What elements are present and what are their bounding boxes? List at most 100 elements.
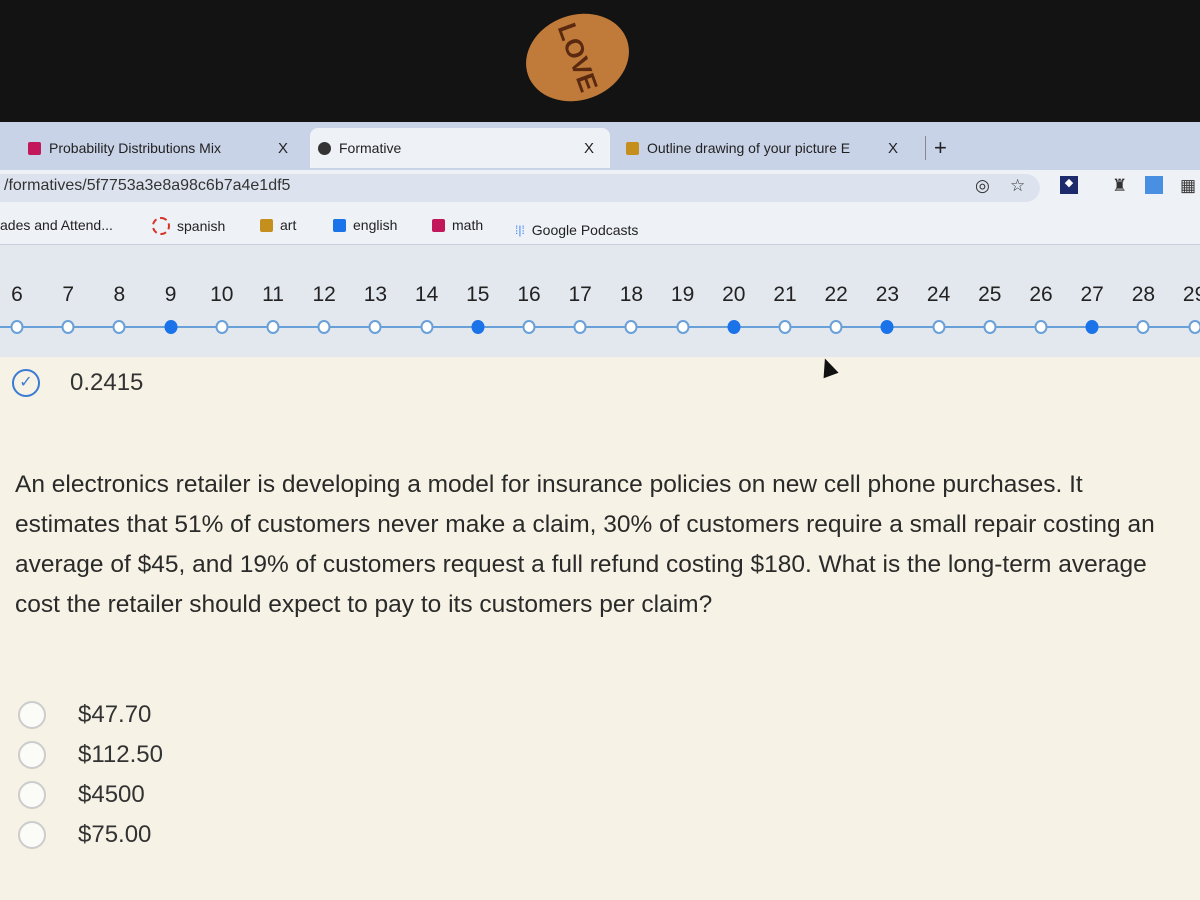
option-c[interactable]: $4500 bbox=[18, 775, 163, 815]
new-tab-button[interactable]: + bbox=[925, 135, 955, 160]
option-d[interactable]: $75.00 bbox=[18, 815, 163, 855]
extension-icon[interactable] bbox=[1145, 176, 1163, 194]
question-text: An electronics retailer is developing a … bbox=[15, 471, 1155, 618]
option-label: $47.70 bbox=[78, 701, 152, 728]
url-input[interactable]: /formatives/5f7753a3e8a98c6b7a4e1df5 bbox=[0, 174, 1040, 202]
formative-icon bbox=[318, 141, 331, 155]
radio-button[interactable] bbox=[18, 741, 46, 769]
question-number[interactable]: 27 bbox=[1081, 283, 1104, 307]
question-number[interactable]: 18 bbox=[620, 283, 643, 307]
question-number[interactable]: 15 bbox=[466, 283, 489, 307]
question-number[interactable]: 11 bbox=[262, 283, 284, 307]
question-dot[interactable] bbox=[983, 320, 997, 334]
bookmark-podcasts[interactable]: ⁞|⁞ Google Podcasts bbox=[515, 222, 638, 238]
radio-button[interactable] bbox=[18, 781, 46, 809]
extension-icon[interactable]: ◆ bbox=[1060, 176, 1078, 194]
question-dot[interactable] bbox=[778, 320, 792, 334]
question-number[interactable]: 10 bbox=[210, 283, 233, 307]
question-dot[interactable] bbox=[61, 320, 75, 334]
bookmark-grades[interactable]: ades and Attend... bbox=[0, 217, 113, 233]
question-dot[interactable] bbox=[368, 320, 382, 334]
question-dot[interactable] bbox=[112, 320, 126, 334]
question-number[interactable]: 22 bbox=[825, 283, 848, 307]
question-number[interactable]: 29 bbox=[1183, 283, 1200, 307]
question-dot[interactable] bbox=[522, 320, 536, 334]
question-dot[interactable] bbox=[573, 320, 587, 334]
address-bar-row: /formatives/5f7753a3e8a98c6b7a4e1df5 ◎ ☆… bbox=[0, 170, 1200, 205]
question-number[interactable]: 12 bbox=[313, 283, 336, 307]
previous-answer: ✓ 0.2415 bbox=[12, 369, 143, 397]
radio-button[interactable] bbox=[18, 821, 46, 849]
navigator-line bbox=[0, 326, 1200, 328]
option-label: $75.00 bbox=[78, 821, 152, 848]
question-dot[interactable] bbox=[215, 320, 229, 334]
bookmark-label: spanish bbox=[177, 218, 226, 234]
location-icon[interactable]: ◎ bbox=[975, 176, 990, 196]
question-number[interactable]: 8 bbox=[114, 283, 126, 307]
question-dot[interactable] bbox=[420, 320, 434, 334]
question-dot[interactable] bbox=[1034, 320, 1048, 334]
question-number[interactable]: 21 bbox=[773, 283, 796, 307]
radio-button[interactable] bbox=[18, 701, 46, 729]
tab-formative[interactable]: Formative X bbox=[310, 128, 610, 168]
question-number[interactable]: 14 bbox=[415, 283, 438, 307]
question-number[interactable]: 9 bbox=[165, 283, 177, 307]
question-number[interactable]: 20 bbox=[722, 283, 745, 307]
question-number[interactable]: 23 bbox=[876, 283, 899, 307]
question-number[interactable]: 6 bbox=[11, 283, 23, 307]
question-number[interactable]: 28 bbox=[1132, 283, 1155, 307]
podcasts-icon: ⁞|⁞ bbox=[515, 223, 525, 237]
close-icon[interactable]: X bbox=[278, 140, 288, 157]
question-number[interactable]: 19 bbox=[671, 283, 694, 307]
close-icon[interactable]: X bbox=[584, 140, 594, 157]
question-dot[interactable] bbox=[624, 320, 638, 334]
option-b[interactable]: $112.50 bbox=[18, 735, 163, 775]
question-number[interactable]: 7 bbox=[62, 283, 74, 307]
classroom-icon bbox=[333, 218, 346, 232]
tab-probability[interactable]: Probability Distributions Mix X bbox=[20, 128, 300, 168]
bookmark-spanish[interactable]: spanish bbox=[152, 217, 225, 235]
question-dot[interactable] bbox=[676, 320, 690, 334]
bookmarks-bar: ades and Attend... spanish art english m… bbox=[0, 205, 1200, 245]
tab-title: Formative bbox=[339, 140, 402, 156]
question-number[interactable]: 26 bbox=[1029, 283, 1052, 307]
bookmark-math[interactable]: math bbox=[432, 217, 483, 233]
question-number[interactable]: 13 bbox=[364, 283, 387, 307]
option-a[interactable]: $47.70 bbox=[18, 695, 163, 735]
question-number[interactable]: 17 bbox=[569, 283, 592, 307]
tab-title: Outline drawing of your picture E bbox=[647, 140, 851, 156]
classroom-icon bbox=[260, 218, 273, 232]
question-dot[interactable] bbox=[10, 320, 24, 334]
question-dot[interactable] bbox=[727, 320, 741, 334]
bookmark-label: english bbox=[353, 217, 398, 233]
answer-options: $47.70 $112.50 $4500 $75.00 bbox=[18, 695, 163, 855]
question-number[interactable]: 24 bbox=[927, 283, 950, 307]
question-dot[interactable] bbox=[1085, 320, 1099, 334]
question-number[interactable]: 16 bbox=[517, 283, 540, 307]
bookmark-label: Google Podcasts bbox=[531, 222, 639, 238]
qr-icon[interactable]: ▦ bbox=[1180, 176, 1196, 196]
question-dot[interactable] bbox=[1136, 320, 1150, 334]
question-dot[interactable] bbox=[164, 320, 178, 334]
question-number[interactable]: 25 bbox=[978, 283, 1001, 307]
question-dot[interactable] bbox=[266, 320, 280, 334]
question-dot[interactable] bbox=[829, 320, 843, 334]
classroom-icon bbox=[626, 141, 639, 155]
extension-icon[interactable]: ♜ bbox=[1112, 176, 1127, 196]
question-dot[interactable] bbox=[317, 320, 331, 334]
tab-outline[interactable]: Outline drawing of your picture E X bbox=[618, 128, 918, 168]
bookmark-english[interactable]: english bbox=[333, 217, 397, 233]
classroom-icon bbox=[432, 218, 445, 232]
bookmark-art[interactable]: art bbox=[260, 217, 296, 233]
option-label: $112.50 bbox=[78, 741, 163, 768]
tab-title: Probability Distributions Mix bbox=[49, 140, 221, 156]
close-icon[interactable]: X bbox=[888, 140, 898, 157]
star-icon[interactable]: ☆ bbox=[1010, 176, 1025, 196]
question-dot[interactable] bbox=[1188, 320, 1200, 334]
previous-answer-value: 0.2415 bbox=[70, 369, 144, 396]
question-dot[interactable] bbox=[471, 320, 485, 334]
question-dot[interactable] bbox=[932, 320, 946, 334]
bookmark-label: art bbox=[280, 217, 297, 233]
question-dot[interactable] bbox=[880, 320, 894, 334]
bookmark-label: ades and Attend... bbox=[0, 217, 113, 233]
